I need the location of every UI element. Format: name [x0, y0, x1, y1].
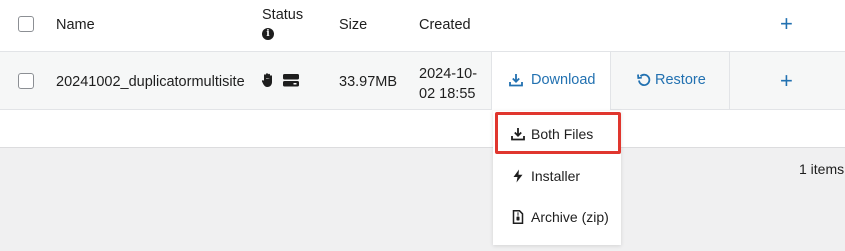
- download-label: Download: [531, 72, 596, 88]
- hand-icon: [261, 73, 272, 87]
- bolt-icon: [513, 169, 523, 183]
- column-created-header: Created: [419, 17, 471, 33]
- divider: [729, 52, 730, 110]
- download-icon: [509, 74, 523, 87]
- table-spacer: [0, 110, 845, 148]
- column-size-header: Size: [339, 17, 368, 33]
- table-row: 20241002_duplicatormultisite 33.97MB 202…: [0, 52, 845, 110]
- menu-item-label: Installer: [531, 168, 581, 184]
- menu-item-installer[interactable]: Installer: [493, 157, 621, 195]
- package-created: 2024-10- 02 18:55: [419, 64, 477, 104]
- row-expand-icon[interactable]: +: [780, 70, 793, 92]
- menu-item-label: Archive (zip): [531, 209, 609, 225]
- row-checkbox[interactable]: [18, 73, 34, 89]
- divider: [610, 52, 611, 110]
- column-name-header[interactable]: Name: [56, 17, 95, 33]
- items-count: 1 items: [799, 161, 845, 177]
- restore-label: Restore: [655, 72, 706, 88]
- storage-icon: [283, 74, 299, 87]
- packages-table: Name Status i Size Created + 20241002_du…: [0, 0, 845, 148]
- header-expand-icon[interactable]: +: [780, 13, 793, 35]
- package-size: 33.97MB: [339, 74, 398, 90]
- zip-file-icon: [512, 210, 524, 224]
- select-all-checkbox[interactable]: [18, 16, 34, 32]
- highlight-box: [495, 112, 621, 154]
- table-header: Name Status i Size Created +: [0, 0, 845, 52]
- menu-item-archive[interactable]: Archive (zip): [493, 198, 621, 236]
- info-icon[interactable]: i: [262, 28, 274, 40]
- download-button[interactable]: Download: [509, 72, 596, 88]
- restore-icon: [637, 73, 651, 86]
- package-name: 20241002_duplicatormultisite: [56, 74, 245, 90]
- created-time: 02 18:55: [419, 86, 476, 102]
- restore-button[interactable]: Restore: [637, 72, 706, 88]
- column-status-header: Status: [262, 7, 304, 23]
- created-date: 2024-10-: [419, 66, 478, 82]
